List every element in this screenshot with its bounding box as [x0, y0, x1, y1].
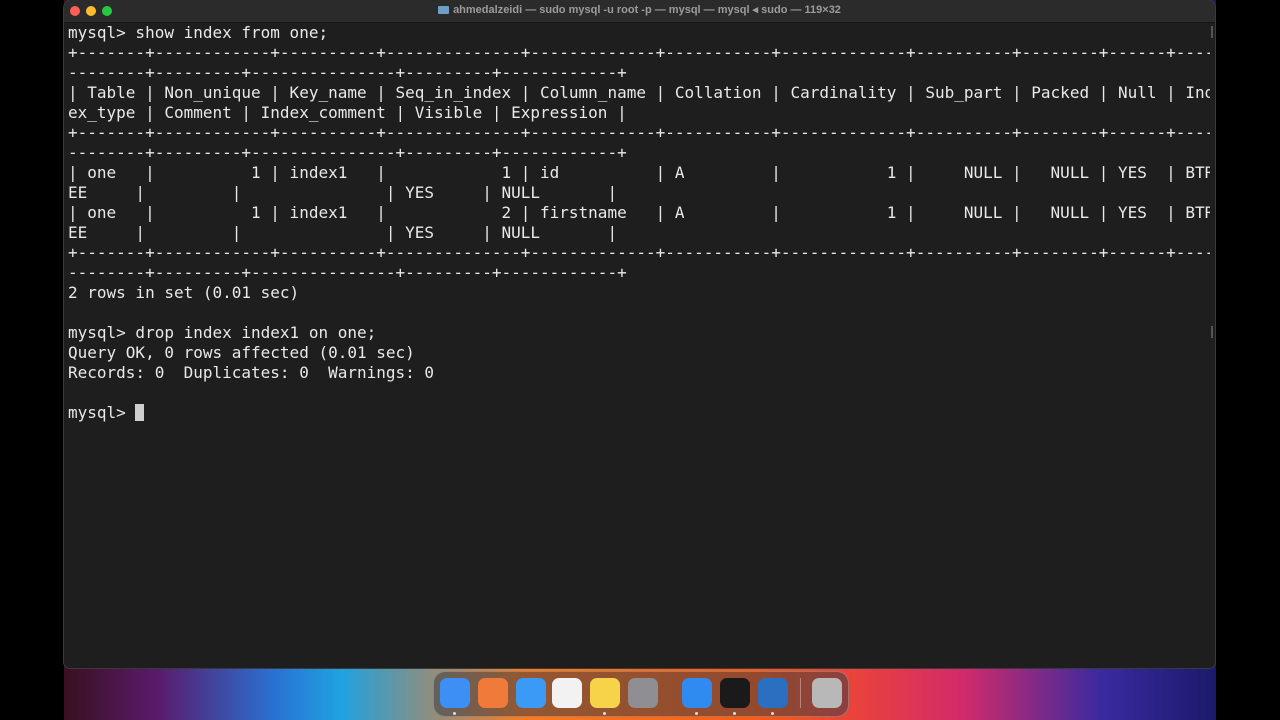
terminal-line: +-------+------------+----------+-------…	[68, 43, 1210, 62]
terminal-line: | one | 1 | index1 | 1 | id | A | 1 | NU…	[68, 163, 1210, 182]
running-indicator	[695, 712, 698, 715]
terminal-line: Records: 0 Duplicates: 0 Warnings: 0	[68, 363, 435, 382]
folder-icon	[438, 6, 450, 14]
running-indicator	[771, 712, 774, 715]
terminal-line: +-------+------------+----------+-------…	[68, 243, 1210, 262]
terminal-line: 2 rows in set (0.01 sec)	[68, 283, 300, 302]
desktop: ahmedalzeidi — sudo mysql -u root -p — m…	[0, 0, 1280, 720]
terminal-line: +-------+------------+----------+-------…	[68, 123, 1210, 142]
scroll-mark	[1211, 26, 1213, 38]
window-title: ahmedalzeidi — sudo mysql -u root -p — m…	[64, 3, 1215, 16]
notes-icon[interactable]	[590, 678, 620, 708]
finder-icon[interactable]	[440, 678, 470, 708]
prompt-line[interactable]: mysql>	[68, 403, 1210, 423]
terminal-line: --------+---------+---------------+-----…	[68, 63, 627, 82]
terminal-output[interactable]: mysql> show index from one; +-------+---…	[68, 23, 1210, 663]
terminal-window[interactable]: ahmedalzeidi — sudo mysql -u root -p — m…	[64, 0, 1215, 668]
title-bar[interactable]: ahmedalzeidi — sudo mysql -u root -p — m…	[64, 0, 1215, 23]
running-indicator	[453, 712, 456, 715]
terminal-line: --------+---------+---------------+-----…	[68, 143, 627, 162]
quicktime-icon[interactable]	[758, 678, 788, 708]
terminal-line: ex_type | Comment | Index_comment | Visi…	[68, 103, 627, 122]
running-indicator	[603, 712, 606, 715]
dock-separator	[800, 678, 801, 708]
scroll-mark	[1211, 326, 1213, 338]
terminal-line: | Table | Non_unique | Key_name | Seq_in…	[68, 83, 1210, 102]
dock	[433, 671, 849, 717]
terminal-line: | one | 1 | index1 | 2 | firstname | A |…	[68, 203, 1210, 222]
terminal-line: mysql> drop index index1 on one;	[68, 323, 377, 342]
safari-icon[interactable]	[682, 678, 712, 708]
photos-icon[interactable]	[552, 678, 582, 708]
terminal-icon[interactable]	[720, 678, 750, 708]
text-cursor	[135, 404, 145, 421]
terminal-line: EE | | | YES | NULL |	[68, 183, 618, 202]
terminal-line: Query OK, 0 rows affected (0.01 sec)	[68, 343, 415, 362]
mail-icon[interactable]	[516, 678, 546, 708]
system-settings-icon[interactable]	[628, 678, 658, 708]
terminal-line: mysql> show index from one;	[68, 23, 329, 42]
launchpad-icon[interactable]	[478, 678, 508, 708]
window-title-text: ahmedalzeidi — sudo mysql -u root -p — m…	[453, 4, 841, 16]
terminal-line: EE | | | YES | NULL |	[68, 223, 618, 242]
running-indicator	[733, 712, 736, 715]
prompt: mysql>	[68, 403, 136, 422]
trash-icon[interactable]	[812, 678, 842, 708]
terminal-line: --------+---------+---------------+-----…	[68, 263, 627, 282]
